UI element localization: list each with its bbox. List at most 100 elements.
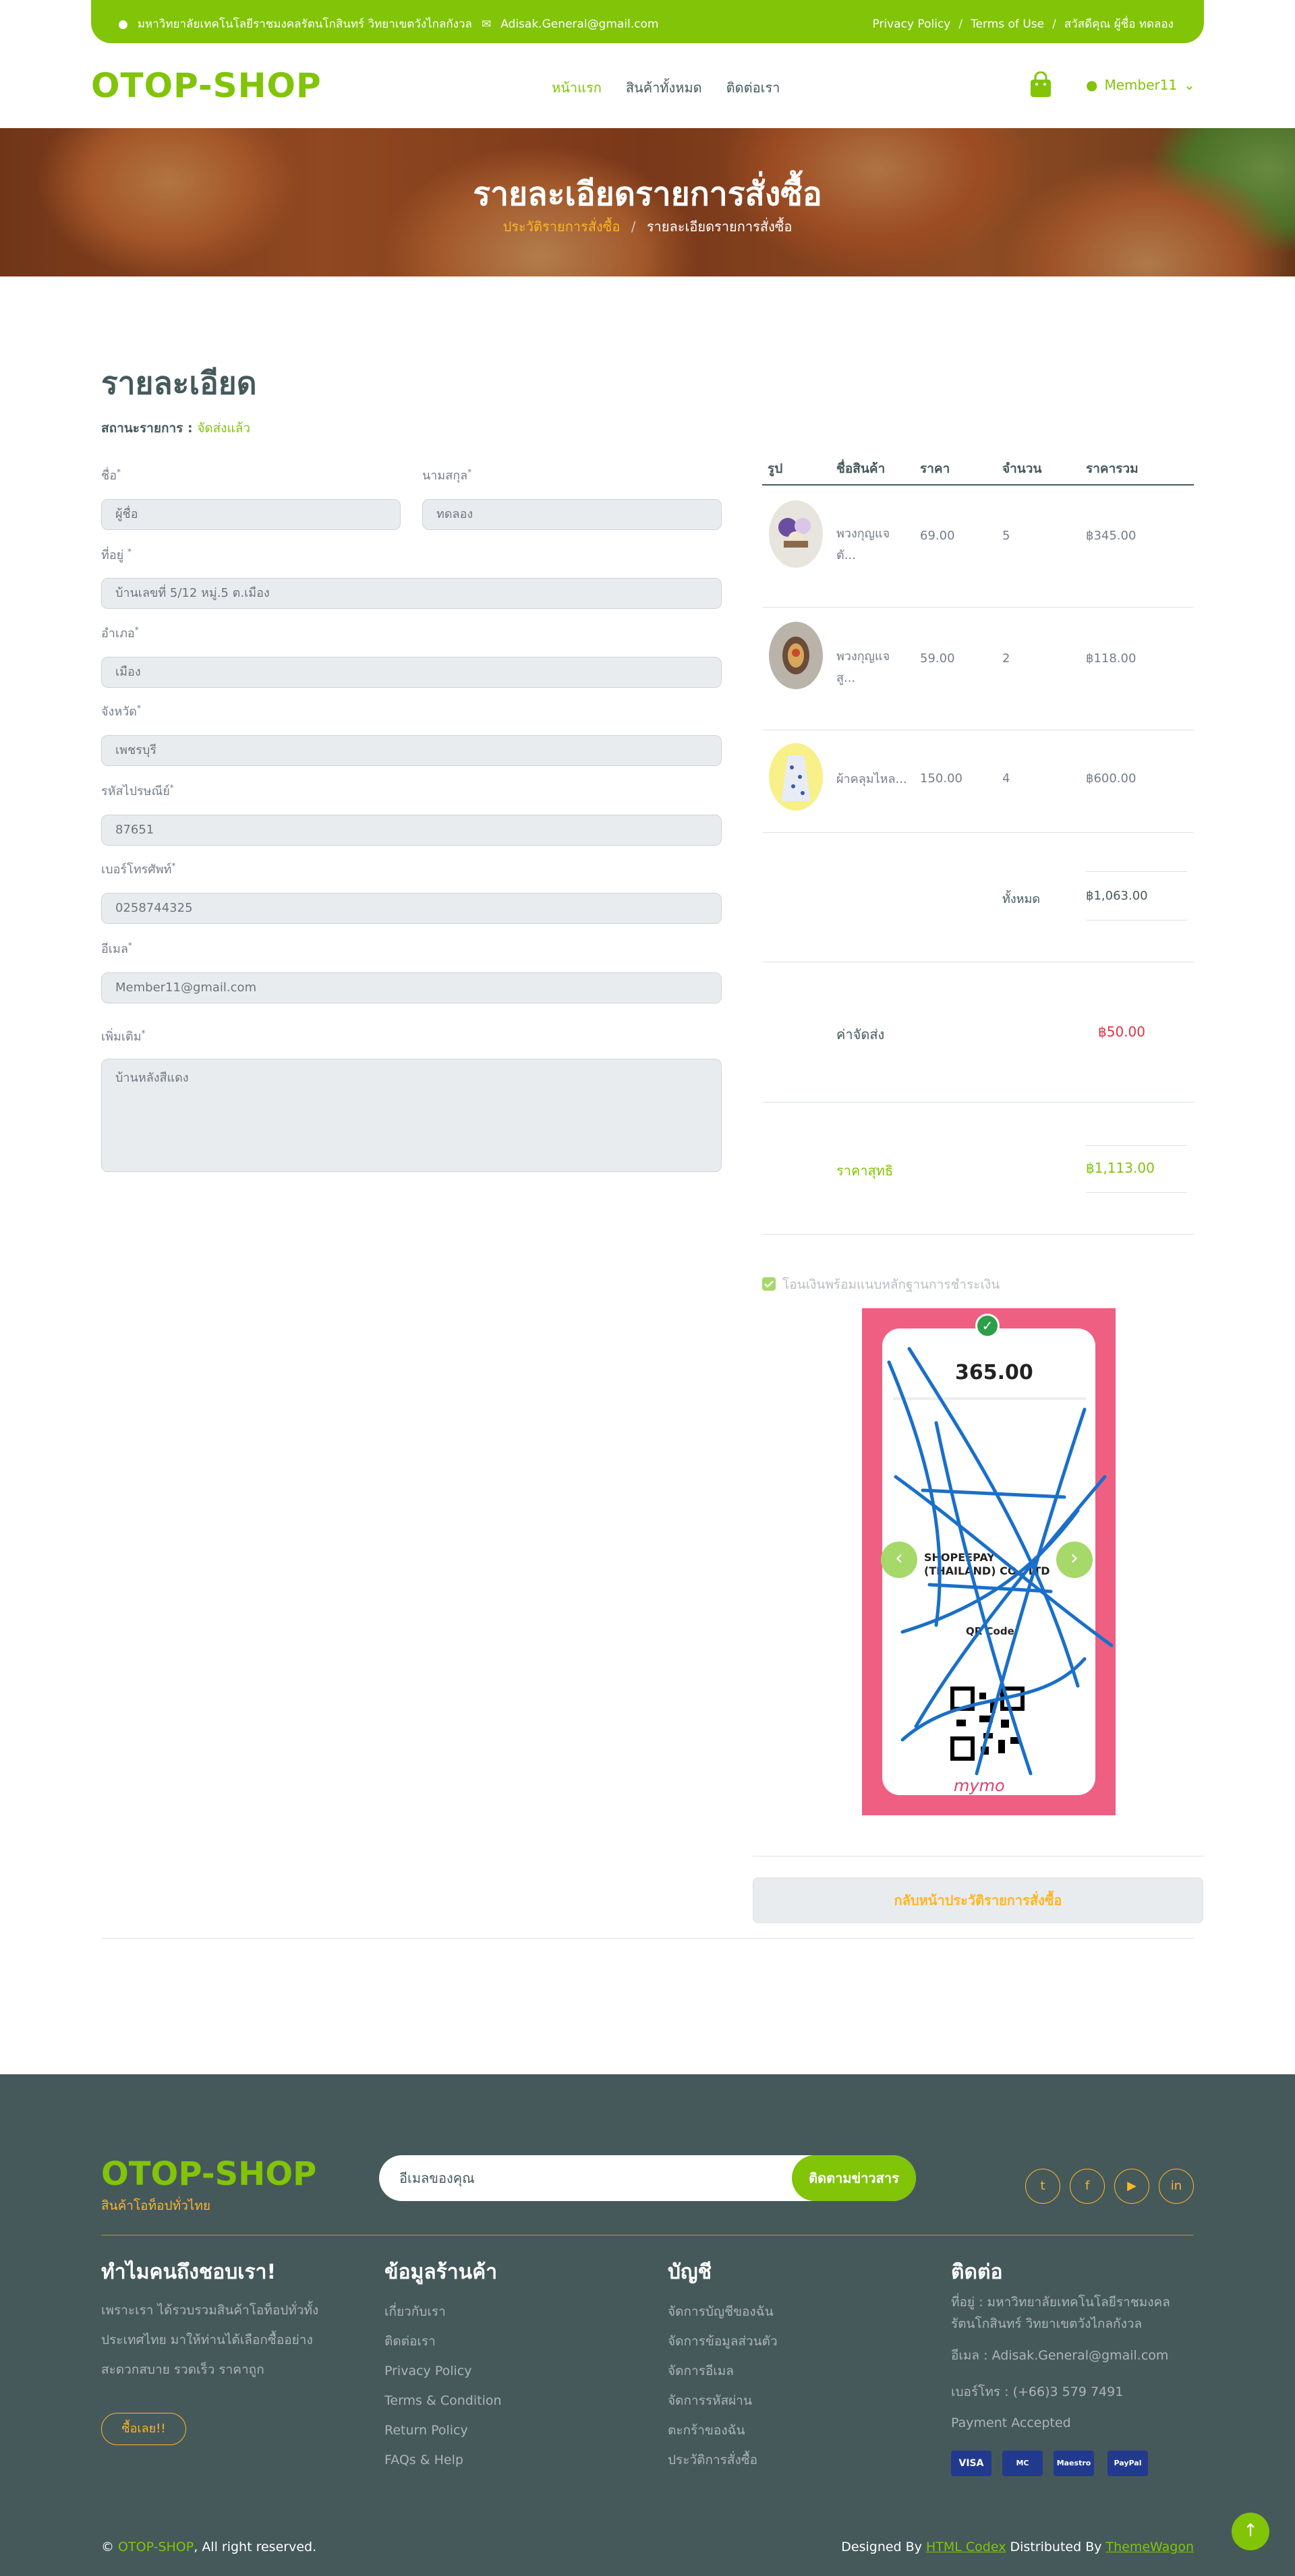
- col-name: ชื่อสินค้า: [836, 461, 886, 476]
- sum-value: ฿1,063.00: [1086, 889, 1148, 903]
- hero-banner: รายละเอียดรายการสั่งซื้อ ประวัติรายการสั…: [0, 128, 1295, 276]
- topbar-email[interactable]: Adisak.General@gmail.com: [500, 18, 658, 31]
- shipping-value: ฿50.00: [1098, 1024, 1145, 1040]
- footer-link[interactable]: ประวัติการสั่งซื้อ: [668, 2445, 778, 2475]
- copyright-brand[interactable]: OTOP-SHOP: [118, 2540, 194, 2554]
- breadcrumb-history[interactable]: ประวัติรายการสั่งซื้อ: [503, 218, 621, 235]
- col-total: ราคารวม: [1086, 461, 1139, 476]
- last-name-label: นามสกุล*: [422, 467, 472, 483]
- footer-payment-label: Payment Accepted: [951, 2416, 1071, 2430]
- province-field[interactable]: เพชรบุรี: [101, 735, 722, 766]
- product-qty: 2: [1002, 651, 1010, 666]
- arrow-up-icon[interactable]: ↑: [1232, 2513, 1269, 2550]
- footer-link[interactable]: ติดต่อเรา: [384, 2326, 502, 2356]
- footer-phone: เบอร์โทร : (+66)3 579 7491: [951, 2384, 1124, 2399]
- email-field[interactable]: Member11@gmail.com: [101, 972, 722, 1003]
- envelope-icon: ✉: [481, 17, 492, 31]
- payment-checkbox[interactable]: [762, 1277, 776, 1291]
- net-bottom-line: [1086, 1192, 1187, 1193]
- linkedin-icon[interactable]: in: [1159, 2169, 1194, 2204]
- footer-link[interactable]: ตะกร้าของฉัน: [668, 2416, 778, 2445]
- product-name: พวงกุญแจ ตั...: [836, 527, 890, 562]
- mastercard-icon: MC: [1002, 2451, 1043, 2476]
- footer-col2-list: เกี่ยวกับเรา ติดต่อเรา Privacy Policy Te…: [384, 2297, 502, 2475]
- footer-link[interactable]: จัดการข้อมูลส่วนตัว: [668, 2326, 778, 2356]
- email-label: อีเมล*: [101, 941, 132, 956]
- phone-field[interactable]: 0258744325: [101, 893, 722, 924]
- zip-field[interactable]: 87651: [101, 815, 722, 846]
- district-field[interactable]: เมือง: [101, 657, 722, 688]
- row-divider: [762, 832, 1194, 833]
- shopping-bag-icon[interactable]: [1029, 71, 1053, 98]
- net-top-line: [1086, 1145, 1187, 1146]
- product-image: [769, 743, 823, 811]
- buy-now-button[interactable]: ซื้อเลย!!: [101, 2413, 186, 2445]
- chevron-right-icon[interactable]: ›: [1056, 1542, 1093, 1578]
- separator: /: [958, 17, 963, 31]
- table-header-line: [762, 484, 1194, 486]
- topbar-address: มหาวิทยาลัยเทคโนโลยีราชมงคลรัตนโกสินทร์ …: [137, 18, 472, 31]
- divider: [101, 1938, 1194, 1939]
- member-name: Member11: [1104, 77, 1178, 93]
- row-divider: [762, 1234, 1194, 1235]
- credits: Designed By HTML Codex Distributed By Th…: [841, 2540, 1194, 2554]
- copyright-text: , All right reserved.: [194, 2540, 317, 2554]
- footer-address: ที่อยู่ : มหาวิทยาลัยเทคโนโลยีราชมงคล รั…: [951, 2295, 1170, 2331]
- nav-products[interactable]: สินค้าทั้งหมด: [626, 77, 702, 98]
- footer-link[interactable]: จัดการบัญชีของฉัน: [668, 2297, 778, 2326]
- note-textarea[interactable]: บ้านหลังสีแดง: [101, 1059, 722, 1172]
- breadcrumb: ประวัติรายการสั่งซื้อ / รายละเอียดรายการ…: [0, 216, 1295, 237]
- col-qty: จำนวน: [1002, 461, 1042, 476]
- subscribe-button[interactable]: ติดตามข่าวสาร: [792, 2155, 916, 2201]
- user-icon: ●: [1086, 77, 1098, 93]
- footer-link[interactable]: จัดการรหัสผ่าน: [668, 2386, 778, 2416]
- order-status: สถานะรายการ : จัดส่งแล้ว: [101, 418, 250, 438]
- chevron-left-icon[interactable]: ‹: [881, 1542, 917, 1578]
- nav-home[interactable]: หน้าแรก: [552, 77, 602, 98]
- twitter-icon[interactable]: t: [1025, 2169, 1060, 2204]
- terms-link[interactable]: Terms of Use: [971, 18, 1044, 31]
- designer-link[interactable]: HTML Codex: [926, 2540, 1006, 2554]
- footer-link[interactable]: Return Policy: [384, 2416, 502, 2445]
- product-qty: 5: [1002, 529, 1010, 543]
- product-total: ฿600.00: [1086, 771, 1136, 786]
- member-menu[interactable]: ● Member11 ⌄: [1086, 77, 1195, 93]
- breadcrumb-current: รายละเอียดรายการสั่งซื้อ: [646, 218, 793, 235]
- footer-link[interactable]: FAQs & Help: [384, 2445, 502, 2475]
- footer-logo[interactable]: OTOP-SHOP: [101, 2155, 316, 2193]
- copyright: © OTOP-SHOP, All right reserved.: [101, 2540, 316, 2554]
- detail-heading: รายละเอียด: [101, 365, 257, 401]
- shipping-label: ค่าจัดส่ง: [836, 1026, 885, 1043]
- address-label: ที่อยู่ *: [101, 547, 132, 562]
- footer-link[interactable]: Privacy Policy: [384, 2356, 502, 2386]
- payment-checkbox-label: โอนเงินพร้อมแนบหลักฐานการชำระเงิน: [782, 1277, 1000, 1292]
- sum-label: ทั้งหมด: [1002, 892, 1041, 906]
- first-name-field[interactable]: ผู้ชื่อ: [101, 499, 401, 530]
- main-nav: หน้าแรก สินค้าทั้งหมด ติดต่อเรา: [552, 77, 780, 98]
- footer-link[interactable]: เกี่ยวกับเรา: [384, 2297, 502, 2326]
- designed-by: Designed By: [841, 2540, 922, 2554]
- youtube-icon[interactable]: ▶: [1114, 2169, 1149, 2204]
- footer-link[interactable]: Terms & Condition: [384, 2386, 502, 2416]
- check-icon: ✓: [975, 1314, 1000, 1338]
- first-name-label: ชื่อ*: [101, 467, 121, 483]
- footer-tagline: สินค้าโอท็อปทั่วไทย: [101, 2198, 210, 2213]
- last-name-field[interactable]: ทดลอง: [422, 499, 722, 530]
- sum-top-line: [1086, 871, 1187, 872]
- privacy-link[interactable]: Privacy Policy: [872, 18, 950, 31]
- phone-label: เบอร์โทรศัพท์*: [101, 861, 176, 877]
- map-marker-icon: ●: [118, 17, 128, 31]
- distributor-link[interactable]: ThemeWagon: [1106, 2540, 1194, 2554]
- status-label: สถานะรายการ :: [101, 421, 193, 436]
- col-price: ราคา: [920, 461, 950, 476]
- facebook-icon[interactable]: f: [1070, 2169, 1105, 2204]
- back-to-history-button[interactable]: กลับหน้าประวัติรายการสั่งซื้อ: [753, 1877, 1203, 1923]
- address-field[interactable]: บ้านเลขที่ 5/12 หมู่.5 ต.เมือง: [101, 578, 722, 609]
- check-icon: [764, 1281, 774, 1288]
- footer: OTOP-SHOP สินค้าโอท็อปทั่วไทย อีเมลของคุ…: [0, 2074, 1295, 2576]
- logo[interactable]: OTOP-SHOP: [91, 66, 322, 105]
- product-qty: 4: [1002, 771, 1010, 786]
- footer-link[interactable]: จัดการอีเมล: [668, 2356, 778, 2386]
- nav-contact[interactable]: ติดต่อเรา: [726, 77, 780, 98]
- maestro-icon: Maestro: [1054, 2451, 1094, 2476]
